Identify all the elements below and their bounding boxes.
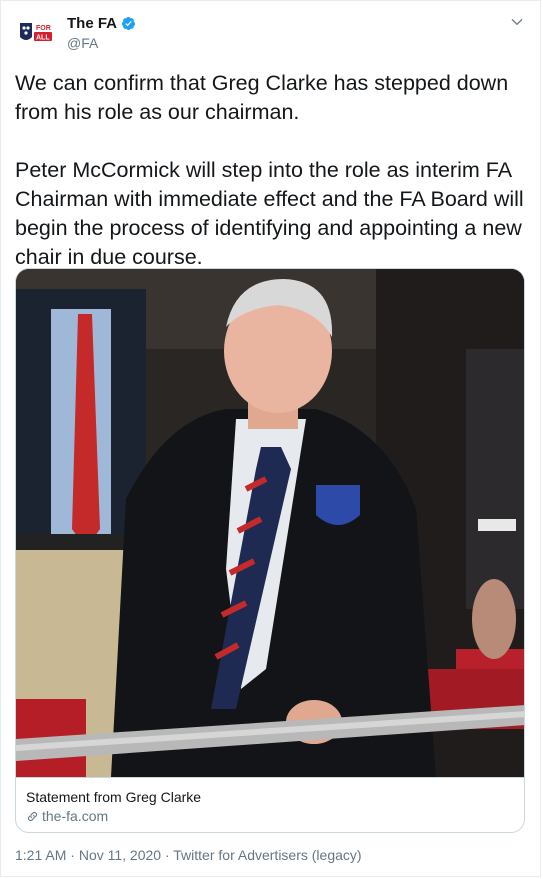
footer-separator: · [66,847,79,863]
avatar[interactable]: FOR ALL [15,13,55,53]
author-handle[interactable]: @FA [67,35,136,51]
tweet: FOR ALL The FA @FA We can confirm that G… [0,0,541,877]
tweet-date[interactable]: Nov 11, 2020 [79,847,161,863]
tweet-time[interactable]: 1:21 AM [15,847,66,863]
author-names: The FA @FA [67,15,136,51]
link-icon [27,811,38,821]
card-domain-row: the-fa.com [26,808,514,824]
card-title: Statement from Greg Clarke [26,789,202,805]
chevron-down-icon[interactable] [510,15,524,29]
svg-text:ALL: ALL [36,35,50,42]
display-name[interactable]: The FA [67,15,117,32]
card-photo [16,269,524,777]
svg-text:FOR: FOR [36,25,51,32]
link-card[interactable]: Statement from Greg Clarke the-fa.com [15,268,525,833]
tweet-header: FOR ALL The FA @FA [15,13,526,53]
tweet-text: We can confirm that Greg Clarke has step… [15,71,524,269]
card-meta: Statement from Greg Clarke the-fa.com [16,777,524,832]
display-name-row: The FA [67,15,136,32]
card-domain: the-fa.com [42,808,109,824]
verified-badge-icon [121,16,136,31]
footer-separator: · [161,847,174,863]
fa-logo-icon: FOR ALL [15,13,55,53]
tweet-footer: 1:21 AM · Nov 11, 2020 · Twitter for Adv… [15,847,362,863]
tweet-source[interactable]: Twitter for Advertisers (legacy) [173,847,361,863]
